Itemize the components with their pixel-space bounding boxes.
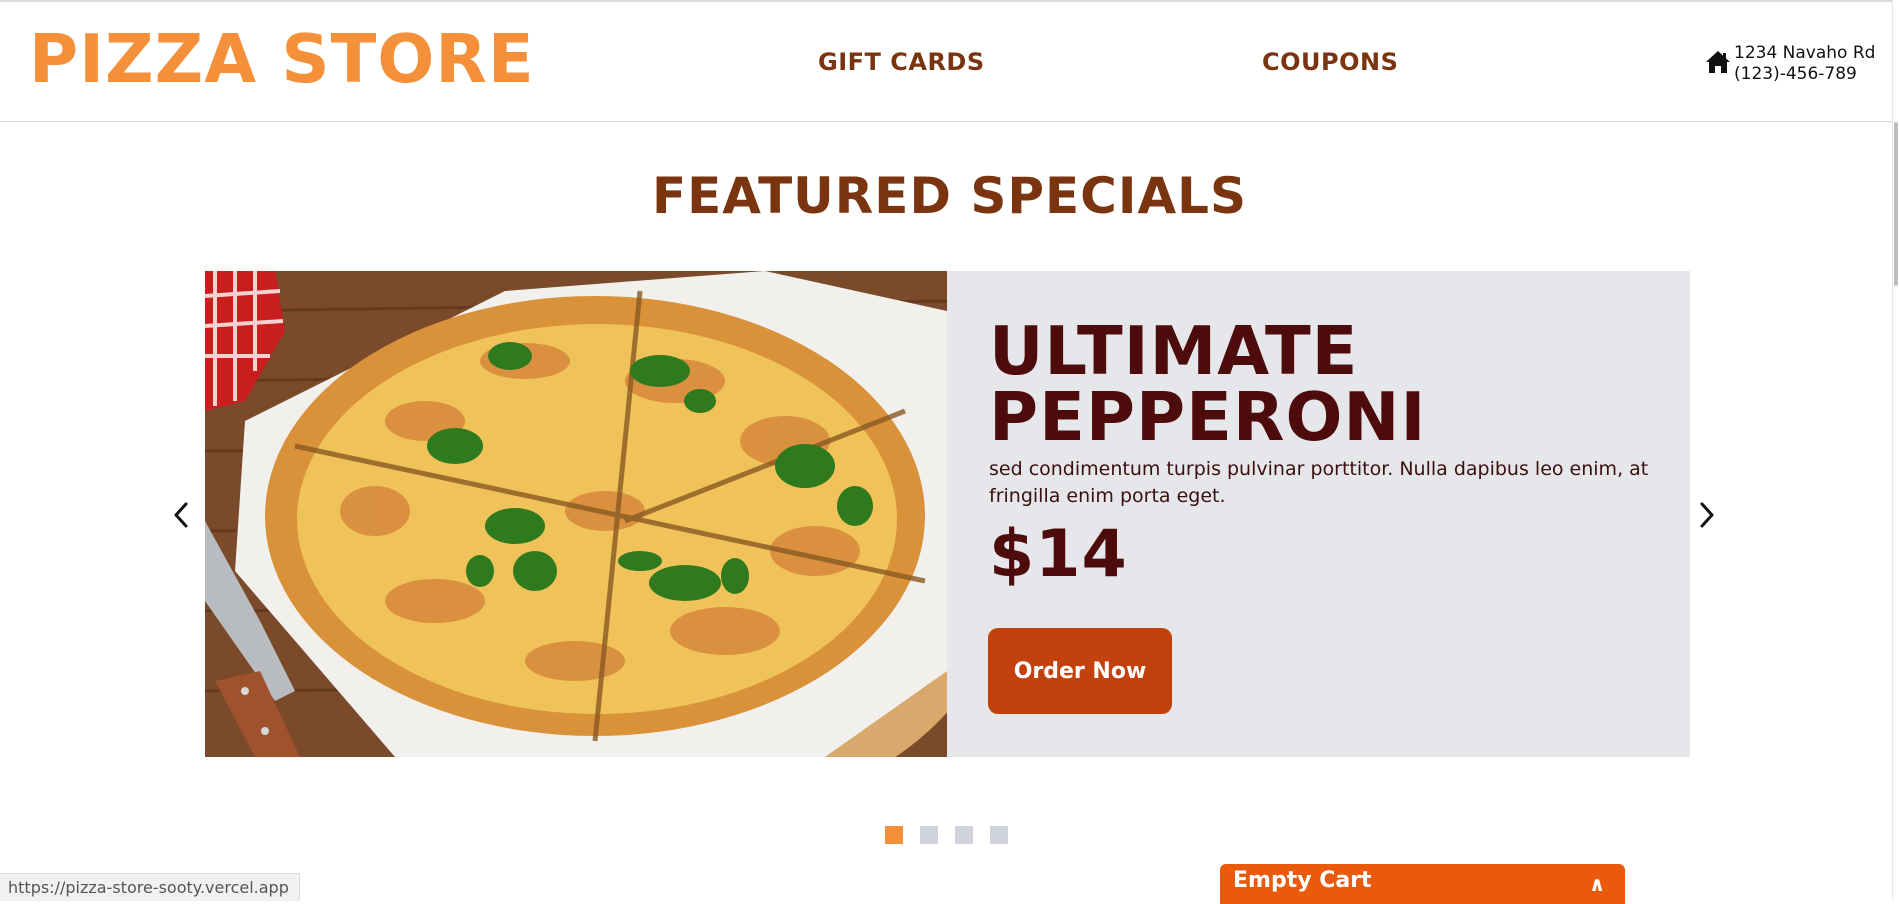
carousel-dot[interactable] xyxy=(920,826,938,844)
carousel-next-button[interactable] xyxy=(1696,500,1718,530)
store-logo[interactable]: PIZZA STORE xyxy=(29,26,535,93)
store-phone: (123)-456-789 xyxy=(1734,64,1857,84)
product-name: ULTIMATE PEPPERONI xyxy=(989,312,1427,456)
order-now-button[interactable]: Order Now xyxy=(988,628,1172,714)
site-header: PIZZA STORE GIFT CARDS COUPONS 1234 Nava… xyxy=(0,2,1899,122)
nav-gift-cards[interactable]: GIFT CARDS xyxy=(818,50,985,74)
chevron-left-icon xyxy=(174,502,188,528)
chevron-right-icon xyxy=(1700,502,1714,528)
nav-coupons[interactable]: COUPONS xyxy=(1262,50,1398,74)
chevron-up-icon: ∧ xyxy=(1589,872,1606,896)
carousel-prev-button[interactable] xyxy=(170,500,192,530)
status-bar-url: https://pizza-store-sooty.vercel.app xyxy=(0,873,300,901)
carousel-dot[interactable] xyxy=(955,826,973,844)
store-contact: 1234 Navaho Rd (123)-456-789 xyxy=(1705,42,1885,86)
featured-slide: ULTIMATE PEPPERONI sed condimentum turpi… xyxy=(205,271,1690,757)
product-description: sed condimentum turpis pulvinar porttito… xyxy=(989,458,1649,507)
store-address: 1234 Navaho Rd xyxy=(1734,43,1876,63)
pizza-image xyxy=(205,271,947,757)
featured-specials-title: FEATURED SPECIALS xyxy=(651,167,1248,225)
carousel-dot[interactable] xyxy=(885,826,903,844)
cart-label: Empty Cart xyxy=(1233,868,1372,893)
cart-drawer-toggle[interactable]: Empty Cart ∧ xyxy=(1220,864,1625,904)
carousel-dot[interactable] xyxy=(990,826,1008,844)
home-icon xyxy=(1705,49,1731,75)
product-price: $14 xyxy=(989,517,1128,592)
